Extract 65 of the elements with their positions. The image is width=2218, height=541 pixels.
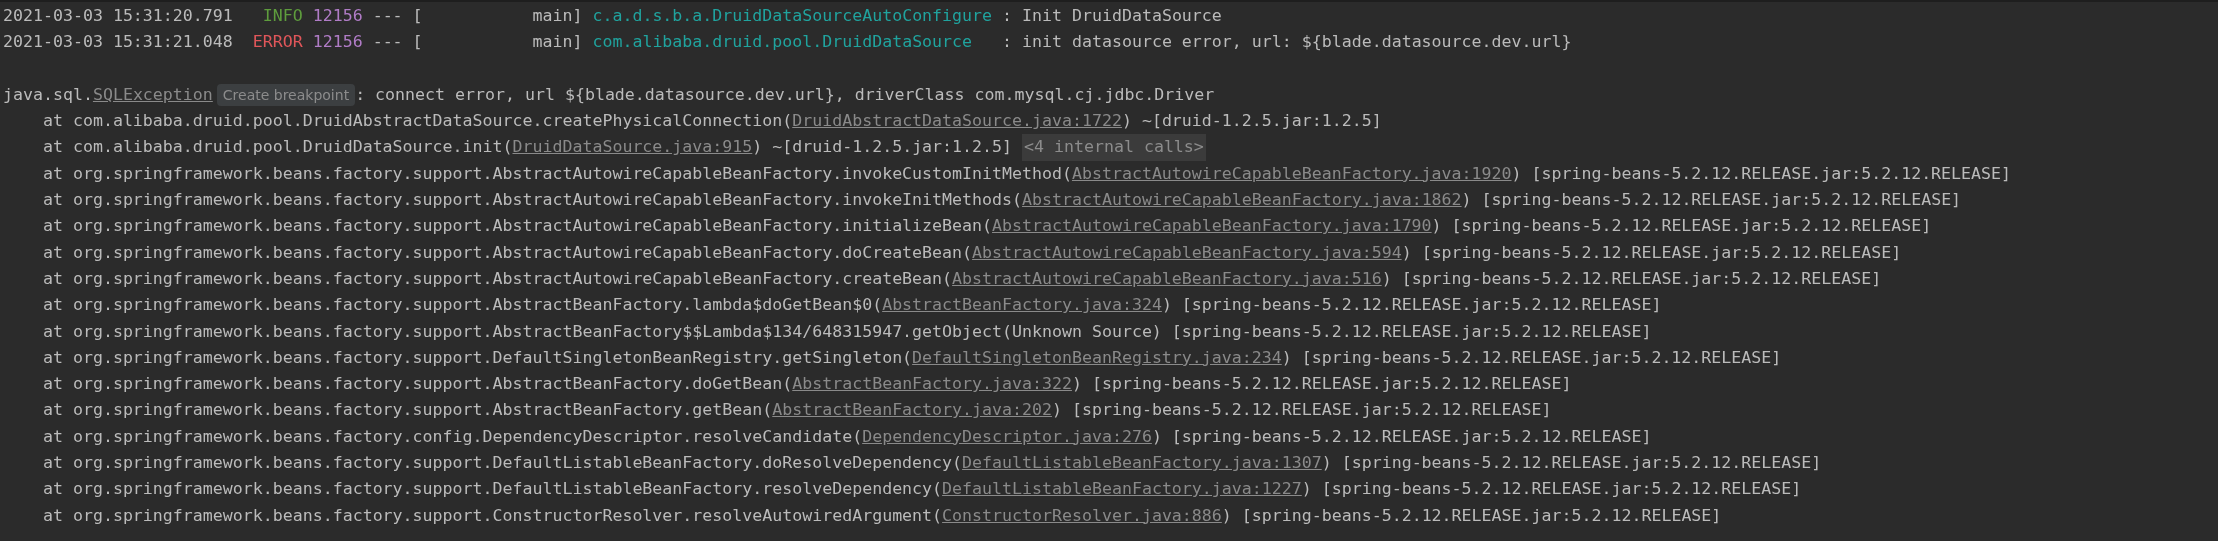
source-link[interactable]: DefaultSingletonBeanRegistry.java:234 (912, 344, 1282, 372)
stack-frame-text: at org.springframework.beans.factory.support.AbstractAutowireCapableBeanFactory.createBean( (42, 267, 953, 290)
library-info: ) [spring-beans-5.2.12.RELEASE.jar:5.2.12.RELEASE] (1052, 399, 1552, 422)
logger-name: com.alibaba.druid.pool.DruidDataSource (592, 31, 974, 54)
library-info: ) [spring-beans-5.2.12.RELEASE.jar:5.2.12.RELEASE] (1301, 478, 1802, 501)
stack-frame-text: at org.springframework.beans.factory.support.AbstractAutowireCapableBeanFactory.invokeCustomInitMethod( (42, 162, 1072, 185)
library-info: ) [spring-beans-5.2.12.RELEASE.jar:5.2.12.RELEASE] (1221, 504, 1722, 527)
stack-frame-text: at org.springframework.beans.factory.support.ConstructorResolver.resolveAutowiredArgument( (42, 504, 943, 527)
source-link[interactable]: AbstractAutowireCapableBeanFactory.java:1862 (1022, 187, 1462, 214)
library-info: ) ~[druid-1.2.5.jar:1.2.5] (1121, 110, 1382, 133)
source-link[interactable]: AbstractAutowireCapableBeanFactory.java:1920 (1071, 160, 1512, 188)
stack-frame-text: at com.alibaba.druid.pool.DruidDataSource.init( (42, 136, 513, 159)
source-link[interactable]: AbstractAutowireCapableBeanFactory.java:1790 (992, 213, 1432, 240)
stack-frame-text: at org.springframework.beans.factory.config.DependencyDescriptor.resolveCandidate( (42, 425, 863, 448)
library-info: ) [spring-beans-5.2.12.RELEASE.jar:5.2.12.RELEASE] (1161, 294, 1662, 317)
library-info: ) ~[druid-1.2.5.jar:1.2.5] (752, 136, 1013, 159)
thread-name: [ main] (412, 31, 583, 54)
library-info: ) [spring-beans-5.2.12.RELEASE.jar:5.2.12.RELEASE] (1071, 373, 1572, 396)
source-link[interactable]: AbstractBeanFactory.java:202 (772, 397, 1052, 424)
process-id: 12156 (312, 31, 363, 54)
log-level: INFO (261, 5, 303, 27)
create-breakpoint-button[interactable]: Create breakpoint (216, 84, 356, 107)
library-info: ) [spring-beans-5.2.12.RELEASE.jar:5.2.12.RELEASE] (1431, 215, 1932, 238)
library-info: ) [spring-beans-5.2.12.RELEASE.jar:5.2.12.RELEASE] (1401, 241, 1902, 264)
internal-calls-fold[interactable]: <4 internal calls> (1022, 134, 1206, 161)
log-message: : init datasource error, url: ${blade.datasource.dev.url} (1002, 31, 1572, 54)
stack-frame-text: at com.alibaba.druid.pool.DruidAbstractDataSource.createPhysicalConnection( (42, 110, 793, 133)
library-info: ) [spring-beans-5.2.12.RELEASE.jar:5.2.12.RELEASE] (1511, 162, 2012, 185)
log-separator: --- (372, 31, 403, 54)
library-info: ) [spring-beans-5.2.12.RELEASE.jar:5.2.12.RELEASE] (1461, 189, 1962, 212)
source-link[interactable]: DependencyDescriptor.java:276 (862, 423, 1152, 451)
stack-frame-text: at org.springframework.beans.factory.support.DefaultSingletonBeanRegistry.getSingleton( (42, 346, 913, 369)
source-link[interactable]: DefaultListableBeanFactory.java:1227 (942, 476, 1302, 503)
stack-frame-text: at org.springframework.beans.factory.support.DefaultListableBeanFactory.resolveDependency( (42, 478, 943, 501)
library-info: ) [spring-beans-5.2.12.RELEASE.jar:5.2.12.RELEASE] (1321, 452, 1822, 475)
log-level: ERROR (251, 31, 303, 54)
source-link[interactable]: AbstractAutowireCapableBeanFactory.java:516 (952, 265, 1382, 293)
log-message: : Init DruidDataSource (1002, 5, 1222, 27)
exception-package: java.sql. (3, 83, 93, 106)
log-separator: --- (372, 5, 403, 27)
stack-frame-text: at org.springframework.beans.factory.support.AbstractAutowireCapableBeanFactory.invokeInitMethods( (42, 189, 1022, 212)
thread-name: [ main] (412, 5, 583, 27)
library-info: ) [spring-beans-5.2.12.RELEASE.jar:5.2.12.RELEASE] (1281, 346, 1782, 369)
logger-name: c.a.d.s.b.a.DruidDataSourceAutoConfigure (592, 5, 993, 27)
source-link[interactable]: AbstractBeanFactory.java:322 (792, 371, 1072, 398)
library-info: ) [spring-beans-5.2.12.RELEASE.jar:5.2.12.RELEASE] (1151, 425, 1652, 448)
stack-frame-text: at org.springframework.beans.factory.support.AbstractAutowireCapableBeanFactory.doCreateBean( (42, 241, 973, 264)
source-link[interactable]: DruidAbstractDataSource.java:1722 (792, 108, 1122, 135)
source-link[interactable]: AbstractAutowireCapableBeanFactory.java:594 (972, 239, 1402, 266)
process-id: 12156 (312, 5, 363, 27)
log-timestamp: 2021-03-03 15:31:20.791 (3, 5, 233, 27)
stack-frame-text: at org.springframework.beans.factory.support.AbstractBeanFactory$$Lambda$134/648315947.getObject(Unknown Source) [spring-beans-5.2.12.RELEASE.jar:5.2.12.RELEASE] (42, 320, 1652, 343)
source-link[interactable]: AbstractBeanFactory.java:324 (882, 292, 1162, 319)
exception-class-link[interactable]: SQLException (92, 81, 213, 109)
library-info: ) [spring-beans-5.2.12.RELEASE.jar:5.2.12.RELEASE] (1381, 267, 1882, 290)
exception-message: : connect error, url ${blade.datasource.dev.url}, driverClass com.mysql.cj.jdbc.Driver (355, 83, 1215, 106)
stack-frame-text: at org.springframework.beans.factory.support.AbstractAutowireCapableBeanFactory.initializeBean( (42, 215, 993, 238)
stack-frame-text: at org.springframework.beans.factory.support.AbstractBeanFactory.getBean( (42, 399, 773, 422)
stack-frame-text: at org.springframework.beans.factory.support.AbstractBeanFactory.lambda$doGetBean$0( (42, 294, 883, 317)
stack-frame-text: at org.springframework.beans.factory.support.AbstractBeanFactory.doGetBean( (42, 373, 793, 396)
log-timestamp: 2021-03-03 15:31:21.048 (3, 31, 233, 54)
stack-frame-text: at org.springframework.beans.factory.support.DefaultListableBeanFactory.doResolveDependency( (42, 452, 963, 475)
source-link[interactable]: ConstructorResolver.java:886 (942, 502, 1222, 529)
source-link[interactable]: DefaultListableBeanFactory.java:1307 (962, 450, 1322, 477)
source-link[interactable]: DruidDataSource.java:915 (512, 134, 753, 161)
